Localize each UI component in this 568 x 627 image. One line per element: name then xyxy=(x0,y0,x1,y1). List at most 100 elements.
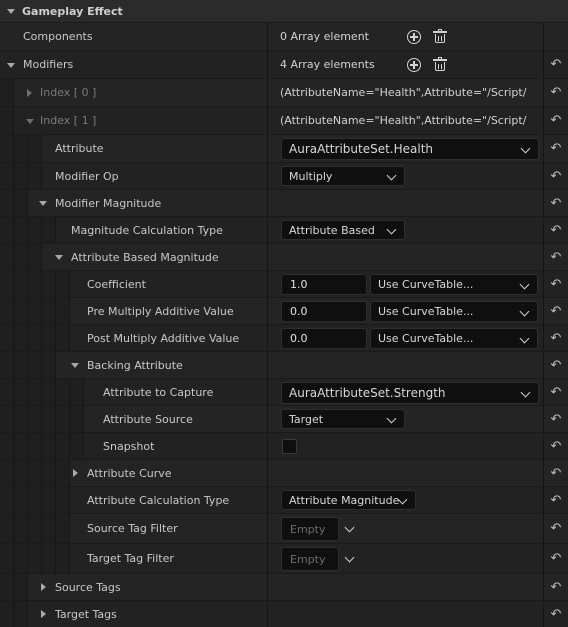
reset-to-default-icon[interactable]: ↶ xyxy=(551,386,562,399)
reset-to-default-icon[interactable]: ↶ xyxy=(551,413,562,426)
add-element-icon[interactable] xyxy=(407,30,421,44)
chevron-down-icon xyxy=(386,224,397,235)
expand-arrow-icon[interactable] xyxy=(41,583,46,591)
attribute-to-capture-combo[interactable]: AuraAttributeSet.Strength xyxy=(281,382,539,404)
row-attribute-based-magnitude[interactable]: Attribute Based Magnitude ↶ xyxy=(0,243,568,270)
snapshot-checkbox[interactable] xyxy=(282,439,297,454)
collapse-arrow-icon[interactable] xyxy=(39,201,47,206)
reset-to-default-icon[interactable]: ↶ xyxy=(551,608,562,621)
target-tag-filter-field[interactable]: Empty xyxy=(281,547,339,571)
backing-attribute-label: Backing Attribute xyxy=(87,358,183,372)
post-multiply-input[interactable]: 0.0 xyxy=(281,328,367,349)
reset-to-default-icon[interactable]: ↶ xyxy=(551,522,562,535)
expand-arrow-icon[interactable] xyxy=(41,610,46,618)
delete-all-icon[interactable] xyxy=(433,29,447,43)
row-modifier-magnitude[interactable]: Modifier Magnitude ↶ xyxy=(0,189,568,216)
components-label: Components xyxy=(23,30,93,43)
row-attribute: Attribute AuraAttributeSet.Health ↶ xyxy=(0,134,568,162)
row-index-1[interactable]: Index [ 1 ] (AttributeName="Health",Attr… xyxy=(0,106,568,134)
source-tag-filter-field[interactable]: Empty xyxy=(281,517,339,541)
coefficient-input[interactable]: 1.0 xyxy=(281,274,367,295)
collapse-arrow-icon[interactable] xyxy=(71,363,79,368)
chevron-down-icon xyxy=(519,333,530,343)
row-attribute-curve[interactable]: Attribute Curve ↶ xyxy=(0,459,568,486)
expand-arrow-icon[interactable] xyxy=(73,469,78,477)
row-modifiers[interactable]: Modifiers 4 Array elements ↶ xyxy=(0,50,568,78)
modifiers-count: 4 Array elements xyxy=(280,58,375,71)
attribute-combo[interactable]: AuraAttributeSet.Health xyxy=(281,138,539,160)
reset-to-default-icon[interactable]: ↶ xyxy=(551,581,562,594)
add-element-icon[interactable] xyxy=(407,58,421,72)
row-attribute-calc-type: Attribute Calculation Type Attribute Mag… xyxy=(0,486,568,513)
delete-all-icon[interactable] xyxy=(433,57,447,71)
reset-to-default-icon[interactable]: ↶ xyxy=(551,58,562,71)
chevron-down-icon xyxy=(386,413,397,424)
attribute-source-label: Attribute Source xyxy=(103,412,193,426)
row-source-tags[interactable]: Source Tags ↶ xyxy=(0,573,568,600)
category-gameplay-effect[interactable]: Gameplay Effect xyxy=(0,0,568,22)
attribute-curve-label: Attribute Curve xyxy=(87,466,172,480)
coefficient-curve-combo[interactable]: Use CurveTable... xyxy=(370,274,538,295)
chevron-down-icon xyxy=(519,279,530,289)
attribute-to-capture-value: AuraAttributeSet.Strength xyxy=(289,386,446,400)
target-tags-label: Target Tags xyxy=(55,607,117,621)
index-0-value: (AttributeName="Health",Attribute="/Scri… xyxy=(280,86,527,99)
source-tags-label: Source Tags xyxy=(55,580,121,594)
reset-to-default-icon[interactable]: ↶ xyxy=(551,305,562,318)
collapse-arrow-icon[interactable] xyxy=(26,118,34,124)
row-target-tag-filter: Target Tag Filter Empty ↶ xyxy=(0,543,568,573)
reset-to-default-icon[interactable]: ↶ xyxy=(551,552,562,565)
reset-to-default-icon[interactable]: ↶ xyxy=(551,197,562,210)
post-multiply-curve-combo[interactable]: Use CurveTable... xyxy=(370,328,538,349)
reset-to-default-icon[interactable]: ↶ xyxy=(551,224,562,237)
chevron-down-icon[interactable] xyxy=(344,522,355,533)
index-0-label: Index [ 0 ] xyxy=(40,86,97,99)
attribute-calc-type-value: Attribute Magnitude xyxy=(289,493,400,507)
expand-arrow-icon[interactable] xyxy=(27,88,32,97)
chevron-down-icon xyxy=(519,306,530,316)
target-tag-filter-label: Target Tag Filter xyxy=(87,552,174,565)
attribute-calc-type-combo[interactable]: Attribute Magnitude xyxy=(281,490,416,510)
index-1-label: Index [ 1 ] xyxy=(40,114,97,127)
reset-to-default-icon[interactable]: ↶ xyxy=(551,170,562,183)
details-panel: Gameplay Effect Components 0 Array eleme… xyxy=(0,0,568,627)
row-magnitude-calc-type: Magnitude Calculation Type Attribute Bas… xyxy=(0,216,568,243)
row-target-tags[interactable]: Target Tags ↶ xyxy=(0,600,568,627)
expand-arrow-icon[interactable] xyxy=(7,62,15,68)
chevron-down-icon xyxy=(386,170,397,181)
reset-to-default-icon[interactable]: ↶ xyxy=(551,278,562,291)
coefficient-label: Coefficient xyxy=(87,277,146,291)
chevron-down-icon xyxy=(520,143,531,154)
row-index-0[interactable]: Index [ 0 ] (AttributeName="Health",Attr… xyxy=(0,78,568,106)
row-attribute-to-capture: Attribute to Capture AuraAttributeSet.St… xyxy=(0,378,568,405)
pre-multiply-label: Pre Multiply Additive Value xyxy=(87,304,234,318)
row-backing-attribute[interactable]: Backing Attribute ↶ xyxy=(0,351,568,378)
reset-to-default-icon[interactable]: ↶ xyxy=(551,467,562,480)
reset-to-default-icon[interactable]: ↶ xyxy=(551,359,562,372)
magnitude-calc-type-value: Attribute Based xyxy=(289,223,375,237)
snapshot-label: Snapshot xyxy=(103,439,155,453)
pre-multiply-curve-combo[interactable]: Use CurveTable... xyxy=(370,301,538,322)
reset-to-default-icon[interactable]: ↶ xyxy=(551,114,562,127)
reset-to-default-icon[interactable]: ↶ xyxy=(551,142,562,155)
magnitude-calc-type-combo[interactable]: Attribute Based xyxy=(281,220,405,240)
reset-to-default-icon[interactable]: ↶ xyxy=(551,332,562,345)
reset-to-default-icon[interactable]: ↶ xyxy=(551,440,562,453)
attribute-value: AuraAttributeSet.Health xyxy=(289,142,434,156)
reset-to-default-icon[interactable]: ↶ xyxy=(551,494,562,507)
modifier-op-combo[interactable]: Multiply xyxy=(281,166,405,186)
modifier-magnitude-label: Modifier Magnitude xyxy=(55,196,162,210)
pre-multiply-input[interactable]: 0.0 xyxy=(281,301,367,322)
attribute-based-magnitude-label: Attribute Based Magnitude xyxy=(71,250,219,264)
collapse-arrow-icon[interactable] xyxy=(55,255,63,260)
row-modifier-op: Modifier Op Multiply ↶ xyxy=(0,162,568,189)
collapse-arrow-icon[interactable] xyxy=(7,9,15,14)
attribute-source-combo[interactable]: Target xyxy=(281,409,405,429)
chevron-down-icon xyxy=(520,387,531,398)
reset-to-default-icon[interactable]: ↶ xyxy=(551,251,562,264)
chevron-down-icon[interactable] xyxy=(344,552,355,563)
components-count: 0 Array element xyxy=(280,30,369,43)
row-pre-multiply: Pre Multiply Additive Value 0.0 Use Curv… xyxy=(0,297,568,324)
reset-to-default-icon[interactable]: ↶ xyxy=(551,86,562,99)
value-column: 0 Array element xyxy=(267,23,447,50)
